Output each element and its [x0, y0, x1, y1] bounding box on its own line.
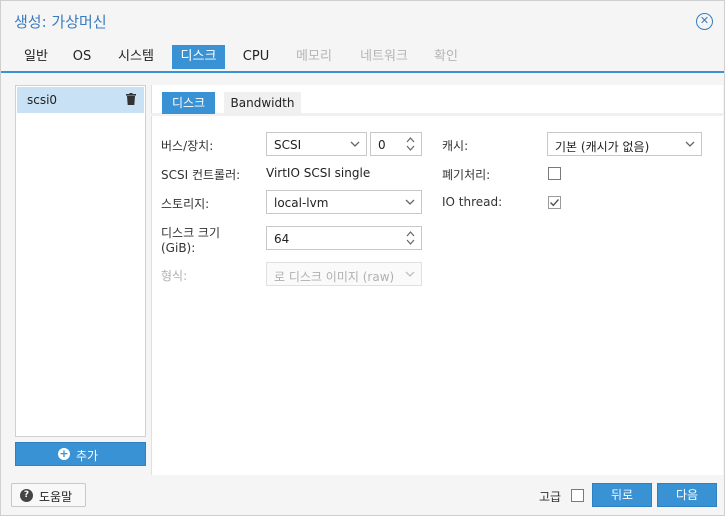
add-disk-label: 추가	[76, 449, 99, 463]
tab-bar-underline	[1, 71, 724, 73]
help-button[interactable]: ? 도움말	[11, 483, 86, 507]
scsi-controller-label: SCSI 컨트롤러:	[161, 168, 241, 182]
tab-os[interactable]: OS	[63, 45, 101, 69]
device-number-value: 0	[378, 138, 386, 152]
disk-size-stepper[interactable]: 64	[266, 226, 422, 250]
disk-list-item[interactable]: scsi0	[17, 87, 144, 113]
spinner-icon[interactable]	[406, 136, 415, 152]
iothread-checkbox[interactable]	[548, 196, 561, 209]
disk-size-label: 디스크 크기	[161, 226, 221, 240]
back-button[interactable]: 뒤로	[592, 483, 652, 507]
cache-select-value: 기본 (캐시가 없음)	[555, 140, 650, 154]
chevron-down-icon	[350, 141, 360, 147]
chevron-down-icon	[405, 271, 415, 277]
tab-system[interactable]: 시스템	[109, 45, 163, 69]
format-label: 형식:	[161, 269, 188, 283]
storage-select-value: local-lvm	[274, 196, 329, 210]
subtab-disk[interactable]: 디스크	[162, 92, 215, 114]
add-disk-button[interactable]: + 추가	[15, 442, 146, 466]
storage-label: 스토리지:	[161, 197, 210, 211]
tab-general[interactable]: 일반	[15, 45, 57, 69]
device-number-stepper[interactable]: 0	[370, 132, 422, 156]
bus-select[interactable]: SCSI	[266, 132, 367, 156]
chevron-down-icon	[685, 141, 695, 147]
trash-icon[interactable]	[126, 93, 136, 105]
cache-label: 캐시:	[442, 139, 469, 153]
next-button[interactable]: 다음	[657, 483, 717, 507]
disk-item-label: scsi0	[27, 93, 58, 107]
tab-memory: 메모리	[296, 49, 332, 64]
dialog-title: 생성: 가상머신	[14, 13, 107, 31]
disk-size-unit-label: (GiB):	[161, 241, 196, 255]
disk-list: scsi0	[15, 85, 146, 437]
scsi-controller-value: VirtIO SCSI single	[266, 166, 371, 180]
wizard-tabs: 일반 OS 시스템 디스크 CPU 메모리 네트워크 확인	[1, 45, 724, 71]
help-icon: ?	[20, 489, 33, 502]
subtab-bandwidth[interactable]: Bandwidth	[224, 92, 301, 114]
storage-select[interactable]: local-lvm	[266, 190, 422, 214]
plus-circle-icon: +	[58, 447, 70, 460]
advanced-checkbox[interactable]	[571, 489, 584, 502]
check-icon	[550, 199, 560, 207]
discard-label: 폐기처리:	[442, 168, 491, 182]
tab-disks[interactable]: 디스크	[172, 45, 225, 69]
tab-cpu[interactable]: CPU	[235, 45, 277, 69]
iothread-label: IO thread:	[442, 195, 503, 209]
format-select-value: 로 디스크 이미지 (raw)	[274, 270, 395, 284]
close-icon[interactable]: ✕	[696, 13, 713, 30]
discard-checkbox[interactable]	[548, 167, 561, 180]
tab-network: 네트워크	[360, 49, 408, 64]
disk-size-value: 64	[274, 232, 290, 246]
bus-device-label: 버스/장치:	[161, 139, 214, 153]
format-select: 로 디스크 이미지 (raw)	[266, 262, 422, 286]
chevron-down-icon	[405, 199, 415, 205]
tab-confirm: 확인	[434, 49, 458, 64]
title-bar: 생성: 가상머신 ✕	[1, 1, 724, 41]
create-vm-dialog: 생성: 가상머신 ✕ 일반 OS 시스템 디스크 CPU 메모리 네트워크 확인…	[0, 0, 725, 516]
spinner-icon[interactable]	[406, 230, 415, 246]
cache-select[interactable]: 기본 (캐시가 없음)	[547, 132, 702, 156]
help-button-label: 도움말	[39, 490, 73, 504]
bus-select-value: SCSI	[274, 138, 302, 152]
advanced-label: 고급	[539, 490, 562, 504]
